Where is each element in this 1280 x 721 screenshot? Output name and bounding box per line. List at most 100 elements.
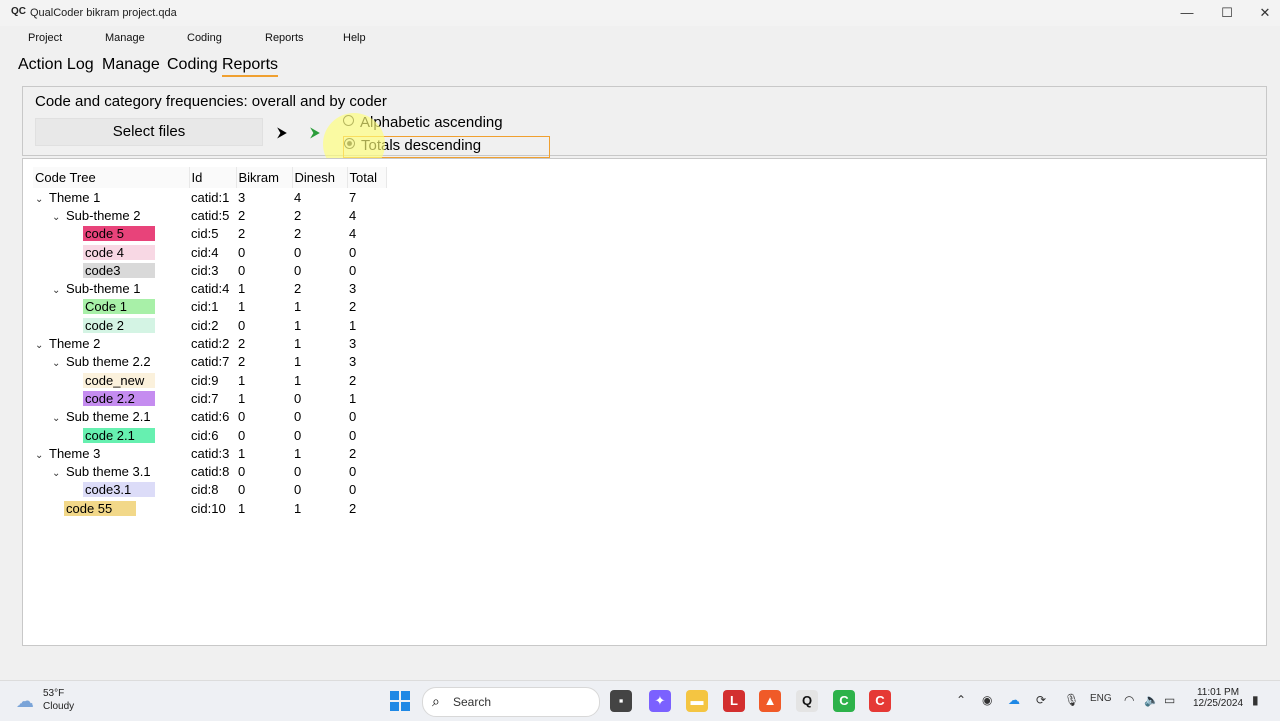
brave-browser-icon[interactable]: ▲ bbox=[759, 690, 781, 712]
chevron-up-icon[interactable]: ⌃ bbox=[956, 693, 966, 707]
menu-reports[interactable]: Reports bbox=[265, 32, 304, 44]
table-row[interactable]: code 5 cid:5 2 2 4 bbox=[33, 225, 386, 243]
header-id[interactable]: Id bbox=[189, 167, 237, 188]
table-row[interactable]: ⌄ Sub theme 2.2 catid:7 2 1 3 bbox=[33, 353, 386, 371]
table-row[interactable]: code3 cid:3 0 0 0 bbox=[33, 261, 386, 279]
table-row[interactable]: ⌄ Sub theme 2.1 catid:6 0 0 0 bbox=[33, 408, 386, 426]
select-files-button[interactable]: Select files bbox=[35, 118, 263, 146]
tree-item-label: Theme 1 bbox=[49, 189, 101, 205]
tree-name-cell[interactable]: code_new bbox=[33, 371, 189, 389]
table-row[interactable]: ⌄ Theme 1 catid:1 3 4 7 bbox=[33, 188, 386, 206]
table-row[interactable]: ⌄ Sub-theme 1 catid:4 1 2 3 bbox=[33, 279, 386, 297]
minimize-icon[interactable]: — bbox=[1172, 3, 1202, 23]
microphone-icon[interactable]: 🎙 bbox=[1064, 693, 1079, 707]
chevron-down-icon[interactable]: ⌄ bbox=[52, 285, 64, 296]
close-icon[interactable]: ✕ bbox=[1250, 3, 1280, 23]
weather-description[interactable]: Cloudy bbox=[43, 701, 74, 712]
tree-item-label: code_new bbox=[83, 372, 155, 388]
menu-project[interactable]: Project bbox=[28, 32, 62, 44]
results-panel: Code Tree Id Bikram Dinesh Total ⌄ Theme … bbox=[22, 158, 1267, 646]
camtasia-red-icon[interactable]: C bbox=[869, 690, 891, 712]
chevron-down-icon[interactable]: ⌄ bbox=[52, 468, 64, 479]
header-code-tree[interactable]: Code Tree bbox=[33, 167, 190, 188]
tree-name-cell[interactable]: code3 bbox=[33, 261, 189, 279]
camtasia-green-icon[interactable]: C bbox=[833, 690, 855, 712]
header-bikram[interactable]: Bikram bbox=[236, 167, 293, 188]
copilot-icon[interactable]: ✦ bbox=[649, 690, 671, 712]
tree-name-cell[interactable]: ⌄ Theme 2 bbox=[33, 334, 189, 352]
sync-icon[interactable]: ⟳ bbox=[1036, 693, 1046, 707]
chevron-down-icon[interactable]: ⌄ bbox=[52, 413, 64, 424]
volume-icon[interactable]: 🔈 bbox=[1144, 693, 1159, 707]
tab-manage[interactable]: Manage bbox=[102, 56, 160, 74]
cell-bikram: 0 bbox=[238, 317, 246, 333]
tree-name-cell[interactable]: ⌄ Sub theme 2.2 bbox=[33, 353, 189, 371]
header-dinesh[interactable]: Dinesh bbox=[292, 167, 348, 188]
cell-dinesh: 1 bbox=[294, 500, 302, 516]
tree-name-cell[interactable]: code 2 bbox=[33, 316, 189, 334]
menu-manage[interactable]: Manage bbox=[105, 32, 145, 44]
table-row[interactable]: code 2.1 cid:6 0 0 0 bbox=[33, 426, 386, 444]
table-row[interactable]: code 2.2 cid:7 1 0 1 bbox=[33, 389, 386, 407]
tab-coding[interactable]: Coding bbox=[167, 56, 218, 74]
table-row[interactable]: code3.1 cid:8 0 0 0 bbox=[33, 481, 386, 499]
maximize-icon[interactable]: ☐ bbox=[1212, 3, 1242, 23]
cell-dinesh: 0 bbox=[294, 482, 302, 498]
app-icon-1[interactable]: ▪ bbox=[610, 690, 632, 712]
table-row[interactable]: Code 1 cid:1 1 1 2 bbox=[33, 298, 386, 316]
tree-name-cell[interactable]: code 5 bbox=[33, 225, 189, 243]
header-total[interactable]: Total bbox=[347, 167, 387, 188]
chevron-down-icon[interactable]: ⌄ bbox=[35, 194, 47, 205]
chevron-down-icon[interactable]: ⌄ bbox=[35, 450, 47, 461]
menu-help[interactable]: Help bbox=[343, 32, 366, 44]
tree-name-cell[interactable]: Code 1 bbox=[33, 298, 189, 316]
table-row[interactable]: ⌄ Sub-theme 2 catid:5 2 2 4 bbox=[33, 206, 386, 224]
cell-id: cid:3 bbox=[191, 262, 219, 278]
cloud-icon[interactable]: ☁ bbox=[16, 691, 34, 712]
table-row[interactable]: code 55 cid:10 1 1 2 bbox=[33, 499, 386, 517]
tree-name-cell[interactable]: ⌄ Sub theme 2.1 bbox=[33, 408, 189, 426]
cell-id: cid:9 bbox=[191, 372, 219, 388]
language-indicator[interactable]: ENG bbox=[1090, 693, 1112, 704]
cell-bikram: 1 bbox=[238, 281, 246, 297]
tree-name-cell[interactable]: ⌄ Sub-theme 1 bbox=[33, 279, 189, 297]
table-row[interactable]: ⌄ Theme 2 catid:2 2 1 3 bbox=[33, 334, 386, 352]
tree-name-cell[interactable]: code 55 bbox=[33, 499, 189, 517]
table-row[interactable]: code 2 cid:2 0 1 1 bbox=[33, 316, 386, 334]
tab-action-log[interactable]: Action Log bbox=[18, 56, 94, 74]
cell-id: cid:4 bbox=[191, 244, 219, 260]
chevron-down-icon[interactable]: ⌄ bbox=[52, 358, 64, 369]
tree-name-cell[interactable]: code 2.1 bbox=[33, 426, 189, 444]
tree-name-cell[interactable]: ⌄ Theme 3 bbox=[33, 444, 189, 462]
cell-bikram: 2 bbox=[238, 226, 246, 242]
wifi-icon[interactable]: ◠ bbox=[1124, 693, 1134, 707]
table-row[interactable]: code_new cid:9 1 1 2 bbox=[33, 371, 386, 389]
export-icon[interactable]: ⮞ bbox=[271, 121, 293, 143]
file-explorer-icon[interactable]: ▬ bbox=[686, 690, 708, 712]
tree-name-cell[interactable]: code 2.2 bbox=[33, 389, 189, 407]
onedrive-icon[interactable]: ☁ bbox=[1008, 693, 1020, 707]
cell-id: cid:5 bbox=[191, 226, 219, 242]
menu-coding[interactable]: Coding bbox=[187, 32, 222, 44]
table-row[interactable]: ⌄ Sub theme 3.1 catid:8 0 0 0 bbox=[33, 462, 386, 480]
table-row[interactable]: code 4 cid:4 0 0 0 bbox=[33, 243, 386, 261]
tree-name-cell[interactable]: ⌄ Sub-theme 2 bbox=[33, 206, 189, 224]
weather-temperature[interactable]: 53°F bbox=[43, 688, 64, 699]
notification-icon[interactable]: ▮ bbox=[1252, 693, 1259, 707]
system-clock[interactable]: 11:01 PM 12/25/2024 bbox=[1190, 687, 1246, 709]
taskbar-search[interactable]: ⌕ Search bbox=[422, 687, 600, 717]
chevron-down-icon[interactable]: ⌄ bbox=[35, 340, 47, 351]
battery-icon[interactable]: ▭ bbox=[1164, 693, 1175, 707]
cell-total: 0 bbox=[349, 262, 357, 278]
tree-name-cell[interactable]: ⌄ Sub theme 3.1 bbox=[33, 462, 189, 480]
app-l-icon[interactable]: L bbox=[723, 690, 745, 712]
tree-name-cell[interactable]: ⌄ Theme 1 bbox=[33, 188, 189, 206]
tray-app-icon[interactable]: ◉ bbox=[982, 693, 992, 707]
qualcoder-taskbar-icon[interactable]: Q bbox=[796, 690, 818, 712]
tree-name-cell[interactable]: code3.1 bbox=[33, 481, 189, 499]
chevron-down-icon[interactable]: ⌄ bbox=[52, 212, 64, 223]
tab-reports[interactable]: Reports bbox=[222, 56, 279, 77]
windows-start-icon[interactable] bbox=[390, 691, 410, 711]
tree-name-cell[interactable]: code 4 bbox=[33, 243, 189, 261]
table-row[interactable]: ⌄ Theme 3 catid:3 1 1 2 bbox=[33, 444, 386, 462]
